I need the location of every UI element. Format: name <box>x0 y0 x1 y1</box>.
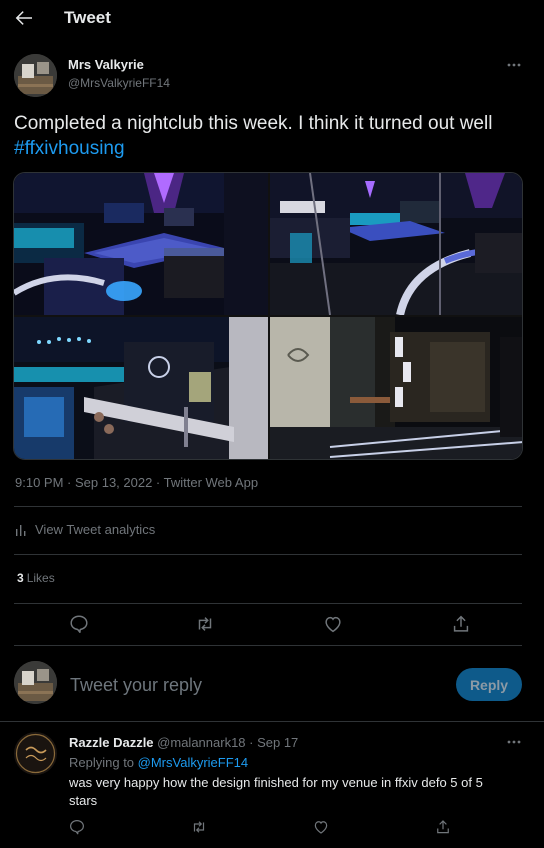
reply-author-line[interactable]: Razzle Dazzle @malannark18 · Sep 17 <box>69 735 298 750</box>
reply-icon[interactable] <box>68 613 90 635</box>
media-grid <box>13 172 523 460</box>
author-name[interactable]: Mrs Valkyrie <box>68 57 144 72</box>
like-icon[interactable] <box>322 613 344 635</box>
more-icon[interactable] <box>506 58 522 72</box>
share-icon[interactable] <box>450 613 472 635</box>
tweet-body: Completed a nightclub this week. I think… <box>14 113 493 134</box>
divider <box>14 506 522 507</box>
reply-author-name: Razzle Dazzle <box>69 735 154 750</box>
reply-text: was very happy how the design finished f… <box>69 775 483 808</box>
tweet-text: Completed a nightclub this week. I think… <box>14 111 519 161</box>
author-handle[interactable]: @MrsValkyrieFF14 <box>68 76 170 90</box>
divider <box>0 721 544 722</box>
share-icon[interactable] <box>434 818 452 836</box>
photo-4[interactable] <box>270 317 522 459</box>
reply-icon[interactable] <box>68 818 86 836</box>
replying-prefix: Replying to <box>69 755 138 770</box>
retweet-icon[interactable] <box>190 818 208 836</box>
photo-3[interactable] <box>14 317 268 459</box>
reply-author-avatar[interactable] <box>14 732 57 775</box>
divider <box>14 603 522 604</box>
more-icon[interactable] <box>506 735 522 749</box>
user-avatar[interactable] <box>14 661 57 704</box>
replying-to-link[interactable]: @MrsValkyrieFF14 <box>138 755 248 770</box>
page-title: Tweet <box>64 8 111 27</box>
back-arrow-icon[interactable] <box>12 6 36 30</box>
photo-2[interactable] <box>270 173 522 315</box>
reply-handle-date: @malannark18 · Sep 17 <box>157 735 299 750</box>
reply-input[interactable]: Tweet your reply <box>70 675 202 696</box>
replying-to: Replying to @MrsValkyrieFF14 <box>69 755 248 770</box>
divider <box>14 554 522 555</box>
likes-label: Likes <box>26 571 55 585</box>
retweet-icon[interactable] <box>194 613 216 635</box>
divider <box>14 645 522 646</box>
analytics-icon <box>15 523 29 537</box>
likes-count[interactable]: 3 Likes <box>17 571 55 585</box>
author-avatar[interactable] <box>14 54 57 97</box>
analytics-label: View Tweet analytics <box>35 522 156 537</box>
reply-button[interactable]: Reply <box>456 668 522 701</box>
photo-1[interactable] <box>14 173 268 315</box>
tweet-timestamp[interactable]: 9:10 PM · Sep 13, 2022 · Twitter Web App <box>15 475 258 490</box>
view-analytics-link[interactable]: View Tweet analytics <box>15 522 155 537</box>
like-icon[interactable] <box>312 818 330 836</box>
hashtag-link[interactable]: #ffxivhousing <box>14 138 125 159</box>
likes-number: 3 <box>17 571 24 585</box>
